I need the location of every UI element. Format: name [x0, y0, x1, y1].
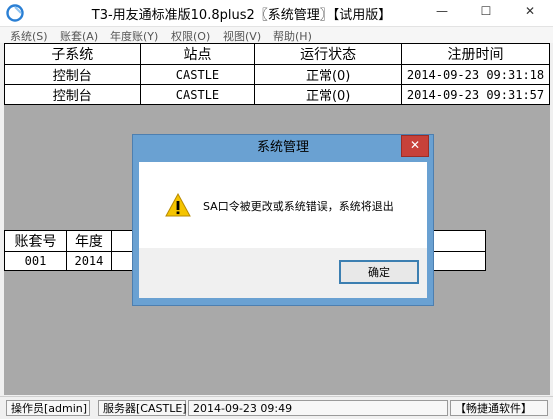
- table-row[interactable]: 控制台 CASTLE 正常(0) 2014-09-23 09:31:18: [4, 64, 551, 85]
- dialog-close-button[interactable]: ✕: [401, 135, 429, 157]
- table-cell: 2014-09-23 09:31:57: [400, 84, 551, 105]
- title-bar: T3-用友通标准版10.8plus2〖系统管理〗【试用版】 — ☐ ✕: [0, 0, 553, 27]
- table-cell: CASTLE: [139, 84, 256, 105]
- column-header: 运行状态: [254, 43, 402, 65]
- status-server: 服务器[CASTLE]: [98, 400, 187, 416]
- table-cell: CASTLE: [139, 64, 256, 85]
- status-brand: 【畅捷通软件】: [450, 400, 548, 416]
- window-title: T3-用友通标准版10.8plus2〖系统管理〗【试用版】: [91, 8, 392, 23]
- ok-button[interactable]: 确定: [339, 260, 419, 284]
- column-header: 子系统: [4, 43, 141, 65]
- column-header: 账套号: [4, 230, 67, 252]
- menu-help[interactable]: 帮助(H): [273, 28, 312, 44]
- menu-system[interactable]: 系统(S): [10, 28, 48, 44]
- dialog-footer: 确定: [139, 248, 427, 298]
- dialog-title: 系统管理: [256, 140, 309, 155]
- table-cell: 2014: [65, 251, 112, 271]
- warning-icon: [165, 193, 191, 217]
- system-dialog: 系统管理 ✕ SA口令被更改或系统错误，系统将退出 确定: [132, 134, 434, 306]
- subsystem-table: 子系统 站点 运行状态 注册时间 控制台 CASTLE 正常(0) 2014-0…: [4, 43, 551, 105]
- menu-bar: 系统(S) 账套(A) 年度账(Y) 权限(O) 视图(V) 帮助(H): [0, 27, 553, 43]
- dialog-message: SA口令被更改或系统错误，系统将退出: [203, 200, 394, 213]
- close-window-button[interactable]: ✕: [508, 0, 552, 22]
- table-header-row: 子系统 站点 运行状态 注册时间: [4, 43, 551, 65]
- dialog-body: SA口令被更改或系统错误，系统将退出: [139, 162, 427, 248]
- table-cell: 001: [4, 251, 67, 271]
- table-cell: 正常(0): [254, 84, 402, 105]
- status-datetime: 2014-09-23 09:49: [188, 400, 448, 416]
- table-cell: 2014-09-23 09:31:18: [400, 64, 551, 85]
- table-cell: 控制台: [4, 84, 141, 105]
- minimize-button[interactable]: —: [420, 0, 464, 22]
- column-header: 注册时间: [400, 43, 551, 65]
- menu-account[interactable]: 账套(A): [60, 28, 98, 44]
- menu-year-account[interactable]: 年度账(Y): [110, 28, 158, 44]
- status-operator: 操作员[admin]: [6, 400, 90, 416]
- menu-permissions[interactable]: 权限(O): [171, 28, 210, 44]
- menu-view[interactable]: 视图(V): [223, 28, 261, 44]
- table-cell: 正常(0): [254, 64, 402, 85]
- maximize-button[interactable]: ☐: [464, 0, 508, 22]
- column-header: 站点: [139, 43, 256, 65]
- table-row[interactable]: 控制台 CASTLE 正常(0) 2014-09-23 09:31:57: [4, 84, 551, 105]
- status-bar: 操作员[admin] 服务器[CASTLE] 2014-09-23 09:49 …: [0, 396, 553, 419]
- table-cell: 控制台: [4, 64, 141, 85]
- column-header: 年度: [65, 230, 112, 252]
